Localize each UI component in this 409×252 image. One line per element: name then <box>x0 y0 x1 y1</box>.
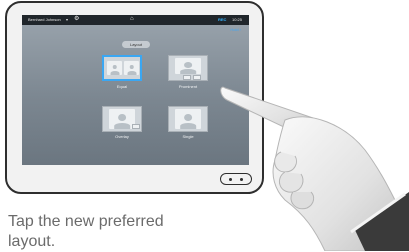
record-indicator: REC <box>218 17 227 22</box>
home-icon[interactable]: ⌂ <box>130 16 134 22</box>
layout-label-prominent: Prominent <box>178 84 198 89</box>
thumbnail-icon <box>193 75 201 80</box>
instruction-caption: Tap the new preferred layout. <box>8 212 164 252</box>
participant-icon <box>124 61 139 75</box>
layout-option-equal[interactable] <box>102 55 142 81</box>
participant-icon <box>175 58 201 74</box>
gear-icon[interactable]: ⚙ <box>74 16 79 22</box>
layout-option-prominent[interactable] <box>168 55 208 81</box>
layout-label-single: Single <box>182 134 194 139</box>
status-bar: Bernhard Johnson ▾ ⚙ ⌂ REC 10:25 <box>22 15 249 25</box>
layout-label-equal: Equal <box>116 84 128 89</box>
thumbnail-icon <box>183 75 191 80</box>
clock: 10:25 <box>232 17 243 22</box>
user-name[interactable]: Bernhard Johnson <box>28 17 61 22</box>
caption-line-1: Tap the new preferred <box>8 213 164 230</box>
participant-icon <box>175 109 201 129</box>
layout-option-overlay[interactable] <box>102 106 142 132</box>
hold-button[interactable]: Hold › <box>230 27 241 32</box>
layout-label-overlay: Overlay <box>115 134 129 139</box>
layout-menu-title: Layout <box>122 41 150 48</box>
pointing-hand-illustration <box>220 86 409 251</box>
thumbnail-icon <box>132 124 140 129</box>
chevron-down-icon[interactable]: ▾ <box>66 17 68 22</box>
participant-icon <box>107 61 122 75</box>
caption-line-2: layout. <box>8 233 56 250</box>
layout-option-single[interactable] <box>168 106 208 132</box>
